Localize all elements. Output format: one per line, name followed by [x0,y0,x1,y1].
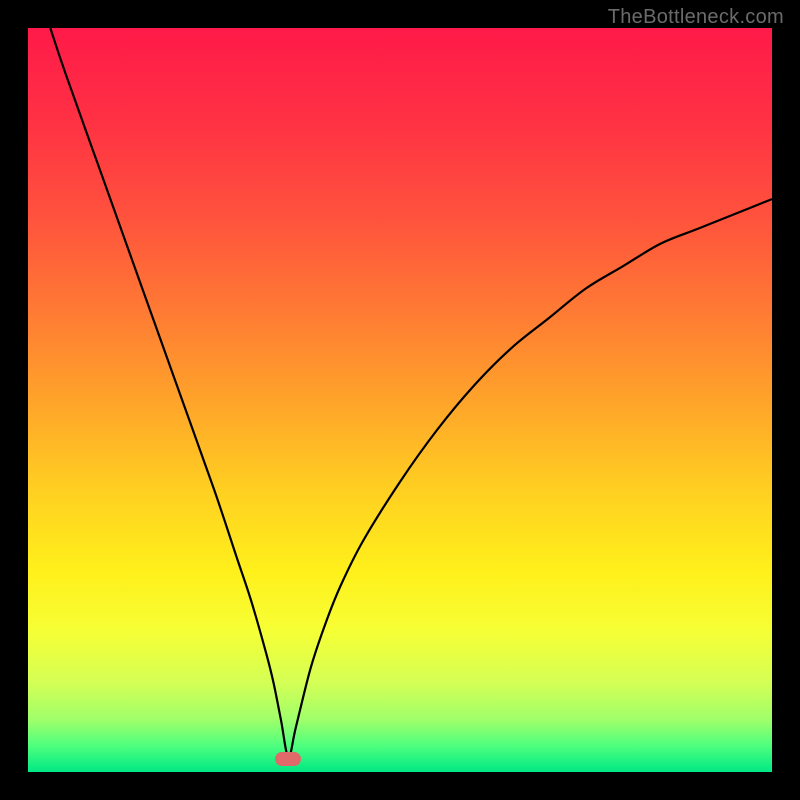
chart-frame: TheBottleneck.com [0,0,800,800]
optimum-marker [275,752,301,766]
bottleneck-curve [28,28,772,772]
plot-area [28,28,772,772]
watermark-label: TheBottleneck.com [608,6,784,29]
